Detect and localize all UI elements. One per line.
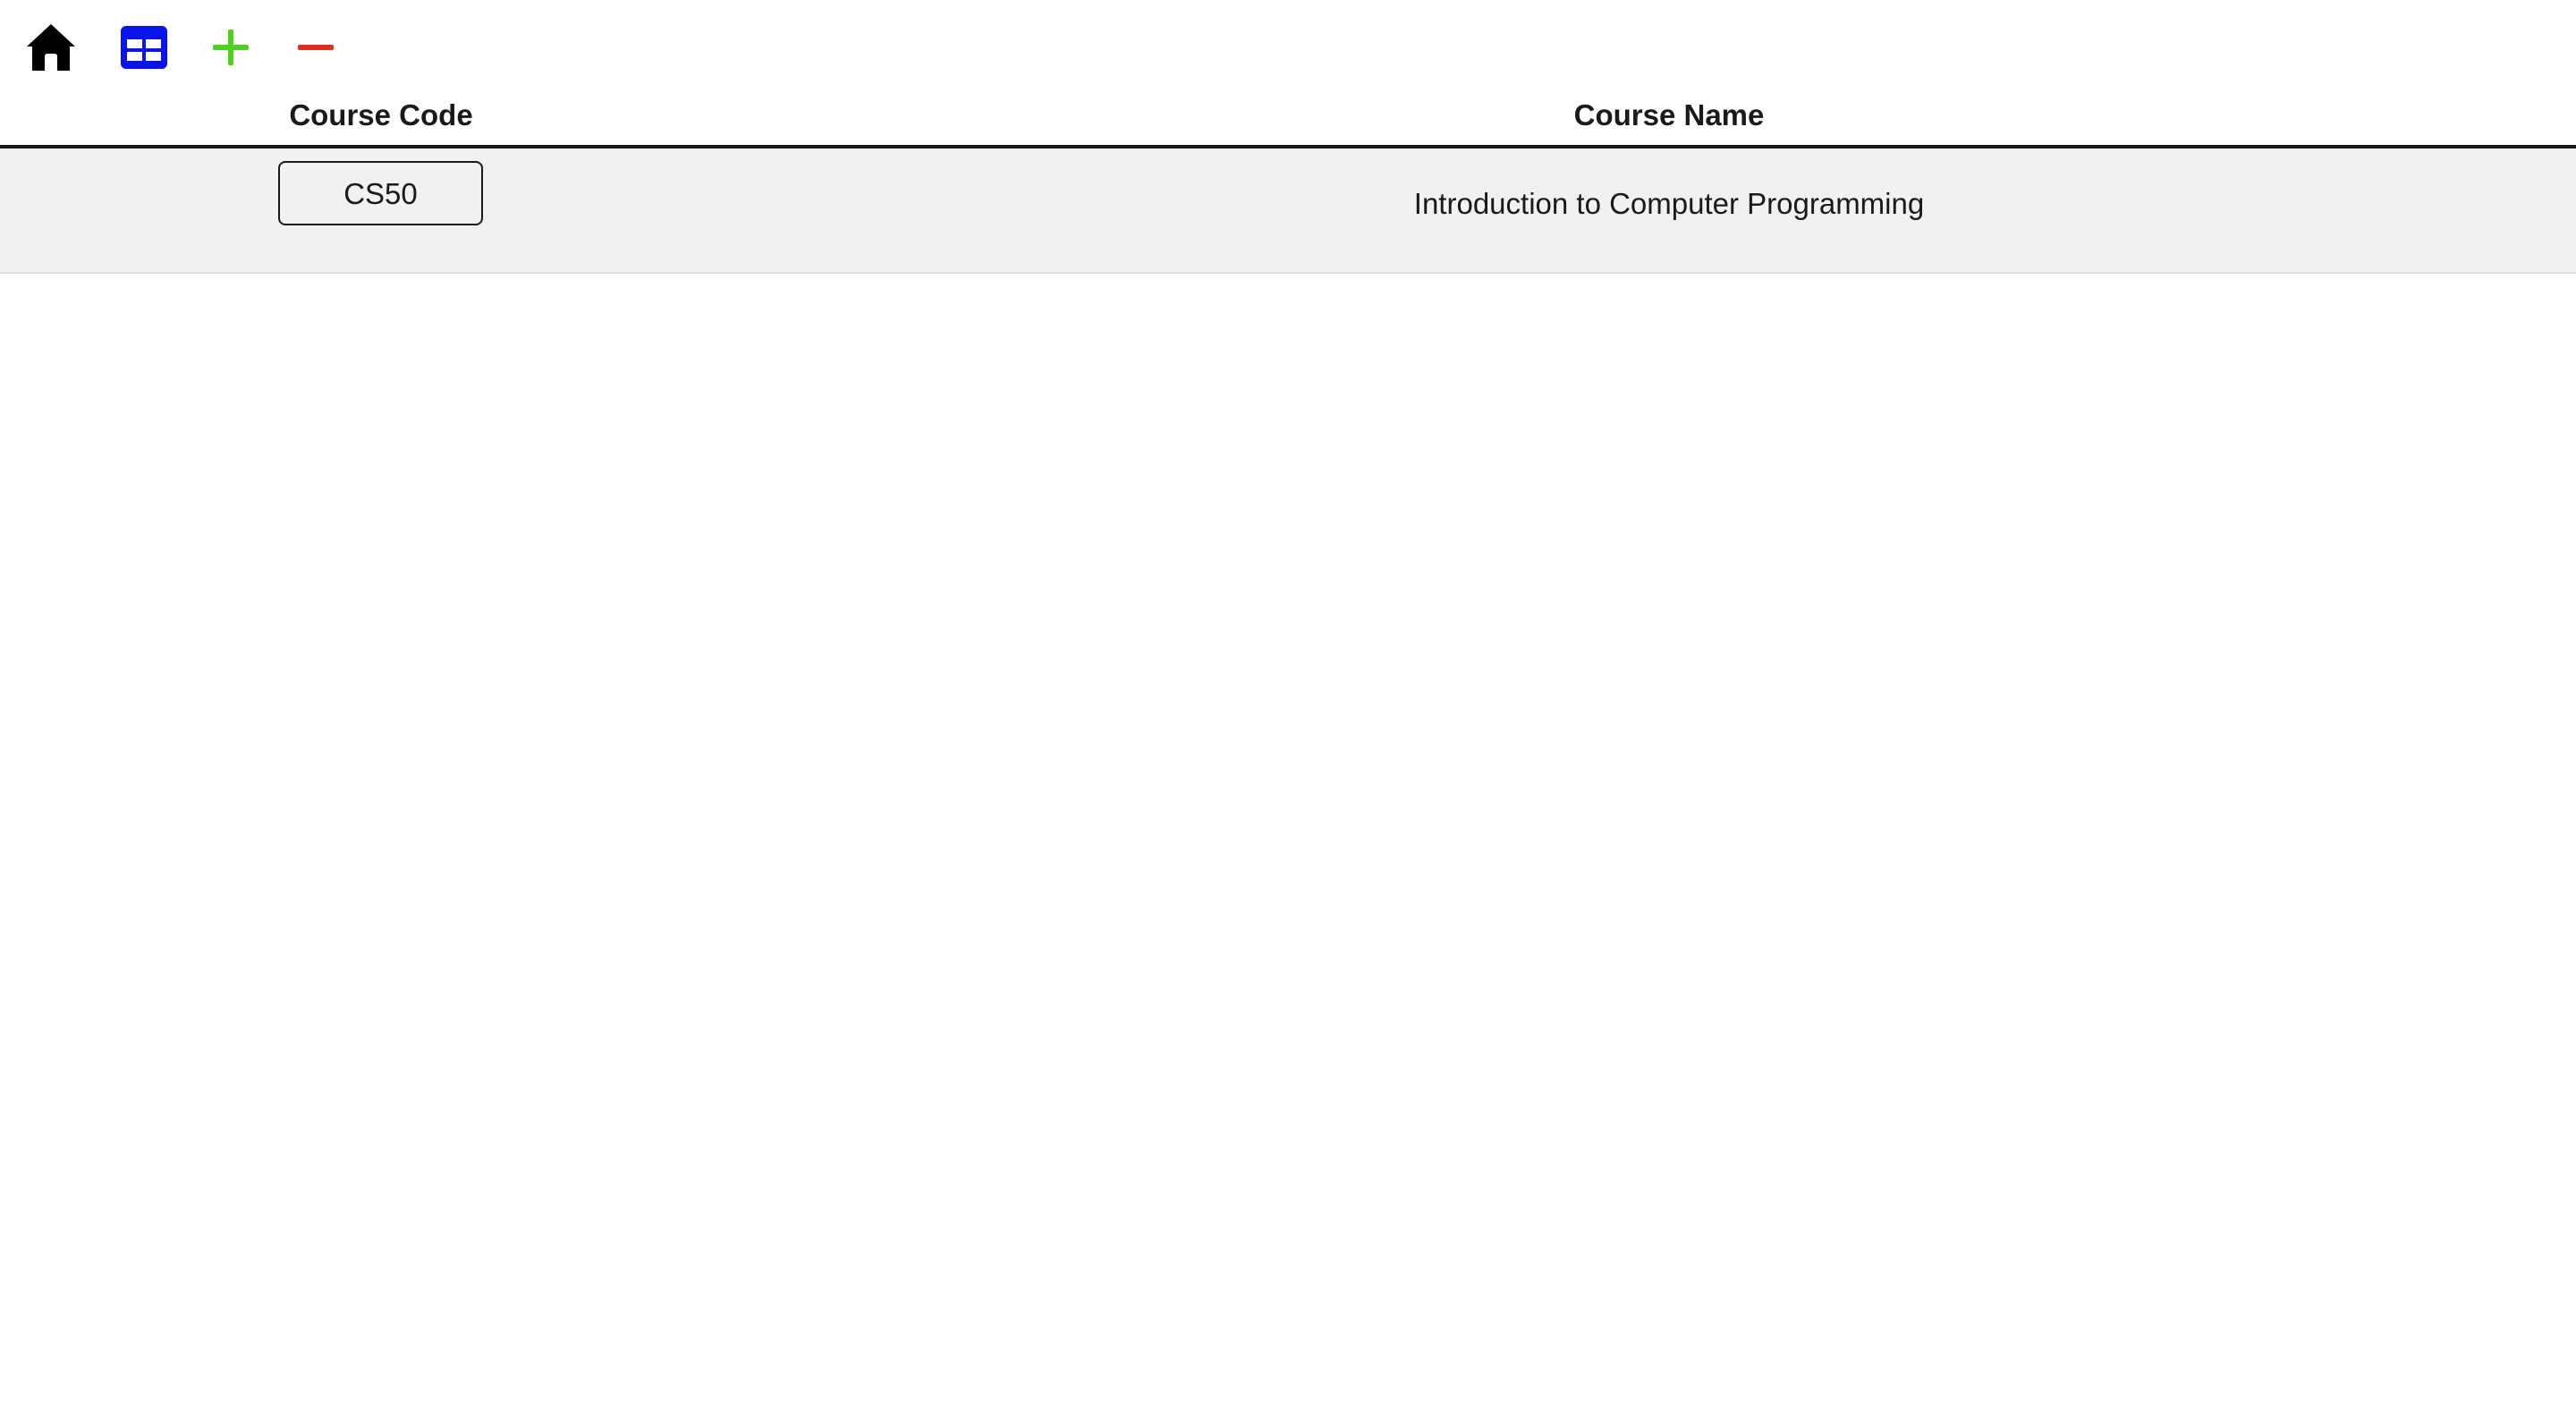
table-header-row: Course Code Course Name [0, 86, 2576, 148]
toolbar [0, 0, 2576, 93]
plus-icon [213, 30, 249, 65]
course-code-header: Course Code Course Name [0, 86, 2576, 148]
home-button[interactable] [23, 20, 79, 75]
course-name-cell: Introduction to Computer Programming [761, 147, 2576, 274]
remove-button[interactable] [288, 20, 343, 75]
course-name-header-label: Course Name [1573, 98, 1765, 131]
table-icon [121, 26, 167, 69]
home-icon [27, 24, 75, 71]
add-button[interactable] [203, 20, 258, 75]
courses-table: Course Code Course Name CS50 Introductio… [0, 86, 2576, 274]
course-code-header-label: Course Code [289, 98, 473, 131]
table-view-button[interactable] [116, 20, 172, 75]
course-name-text: Introduction to Computer Programming [1413, 187, 1925, 221]
course-code-cell: CS50 [0, 147, 761, 274]
course-code-button[interactable]: CS50 [278, 161, 483, 225]
table-row: CS50 Introduction to Computer Programmin… [0, 147, 2576, 274]
minus-icon [298, 45, 334, 50]
